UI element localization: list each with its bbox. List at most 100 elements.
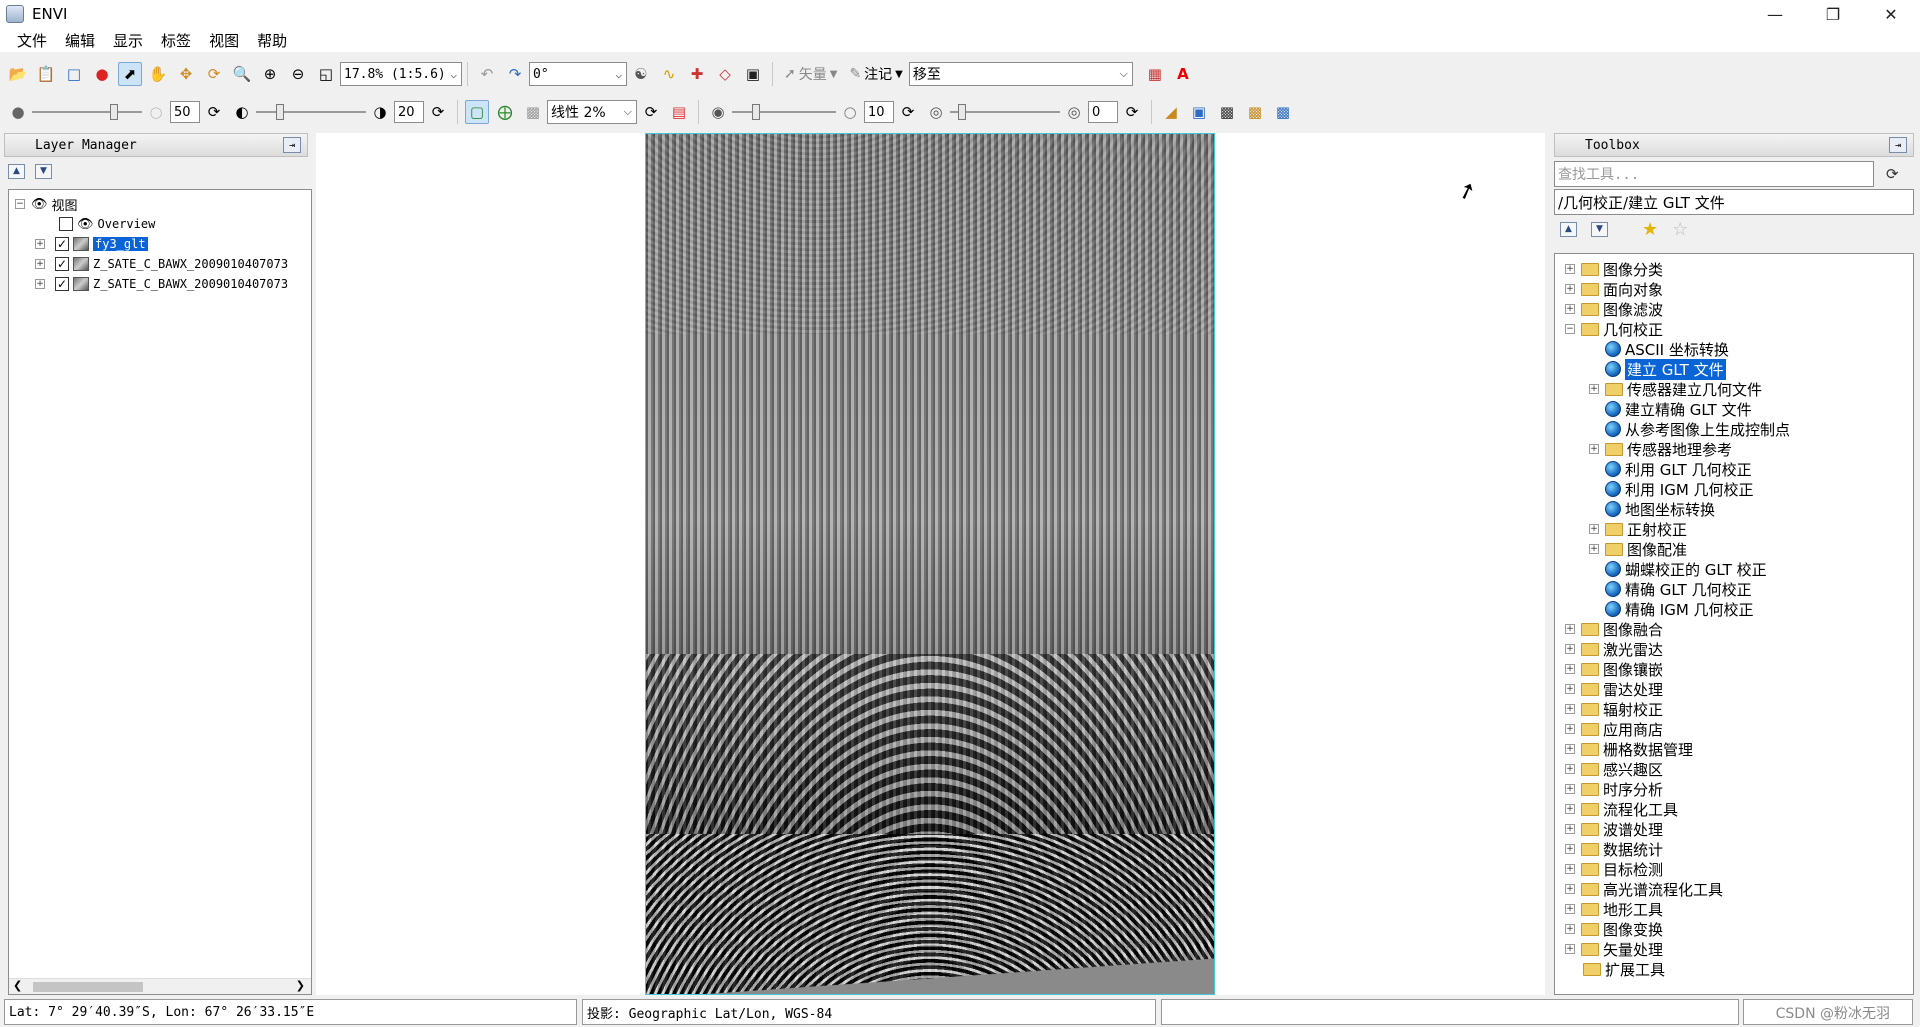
scroll-left-icon[interactable]: ❮: [13, 979, 22, 992]
layer-checkbox[interactable]: ✓: [55, 277, 69, 291]
restore-button[interactable]: ❐: [1804, 0, 1862, 28]
adobe-icon[interactable]: A: [1171, 62, 1195, 86]
toolbox-folder[interactable]: + 目标检测: [1555, 859, 1913, 879]
toolbox-folder[interactable]: + 雷达处理: [1555, 679, 1913, 699]
swipe-icon[interactable]: ▩: [1271, 100, 1295, 124]
toolbox-folder[interactable]: + 高光谱流程化工具: [1555, 879, 1913, 899]
toolbox-folder[interactable]: 扩展工具: [1555, 959, 1913, 979]
layer-checkbox[interactable]: ✓: [55, 257, 69, 271]
export-icon[interactable]: ▦: [1143, 62, 1167, 86]
color-table-icon[interactable]: ▤: [667, 100, 691, 124]
expand-icon[interactable]: +: [1565, 764, 1575, 774]
expand-icon[interactable]: +: [35, 279, 45, 289]
toolbox-subfolder[interactable]: + 传感器建立几何文件: [1555, 379, 1913, 399]
toolbox-tool[interactable]: 从参考图像上生成控制点: [1555, 419, 1913, 439]
expand-icon[interactable]: +: [1565, 264, 1575, 274]
expand-icon[interactable]: +: [1565, 864, 1575, 874]
menu-help[interactable]: 帮助: [248, 30, 296, 51]
counter-icon[interactable]: ▣: [741, 62, 765, 86]
expand-icon[interactable]: +: [1565, 284, 1575, 294]
menu-annotation[interactable]: 标签: [152, 30, 200, 51]
toolbox-subfolder[interactable]: + 传感器地理参考: [1555, 439, 1913, 459]
collapse-icon[interactable]: −: [15, 199, 25, 209]
toolbox-folder[interactable]: + 流程化工具: [1555, 799, 1913, 819]
glt-image-display[interactable]: [645, 133, 1215, 995]
layer-item[interactable]: 👁 Overview: [9, 214, 311, 234]
stretch-view-icon[interactable]: ⨁: [493, 100, 517, 124]
roi-tool-icon[interactable]: ◇: [713, 62, 737, 86]
toolbox-tool[interactable]: 精确 IGM 几何校正: [1555, 599, 1913, 619]
toolbox-tool[interactable]: 蝴蝶校正的 GLT 校正: [1555, 559, 1913, 579]
data-manager-icon[interactable]: 📋: [34, 62, 58, 86]
chip-view-icon[interactable]: ▣: [1187, 100, 1211, 124]
stretch-full-icon[interactable]: ▢: [465, 100, 489, 124]
contrast-value[interactable]: 20: [394, 101, 424, 123]
expand-icon[interactable]: +: [1565, 744, 1575, 754]
cursor-value-icon[interactable]: ☯: [629, 62, 653, 86]
expand-icon[interactable]: +: [1565, 624, 1575, 634]
expand-icon[interactable]: +: [1565, 724, 1575, 734]
spectral-profile-icon[interactable]: ∿: [657, 62, 681, 86]
menu-display[interactable]: 显示: [104, 30, 152, 51]
expand-icon[interactable]: +: [1589, 544, 1599, 554]
measure-icon[interactable]: ◢: [1159, 100, 1183, 124]
location-pin-icon[interactable]: ●: [90, 62, 114, 86]
zoom-fit-icon[interactable]: ◱: [314, 62, 338, 86]
refresh-icon[interactable]: ⟳: [639, 100, 663, 124]
toolbox-folder[interactable]: + 数据统计: [1555, 839, 1913, 859]
toolbox-folder[interactable]: + 面向对象: [1555, 279, 1913, 299]
toolbox-subfolder[interactable]: + 正射校正: [1555, 519, 1913, 539]
expand-icon[interactable]: +: [35, 259, 45, 269]
select-arrow-icon[interactable]: ⬈: [118, 62, 142, 86]
portal-icon[interactable]: ▩: [1215, 100, 1239, 124]
expand-icon[interactable]: +: [1565, 684, 1575, 694]
collapse-icon[interactable]: −: [1565, 324, 1575, 334]
toolbox-folder[interactable]: + 时序分析: [1555, 779, 1913, 799]
crosshair-icon[interactable]: ✚: [685, 62, 709, 86]
toolbox-folder[interactable]: + 感兴趣区: [1555, 759, 1913, 779]
image-view[interactable]: ➚: [316, 133, 1545, 995]
scroll-right-icon[interactable]: ❯: [296, 979, 305, 992]
open-folder-icon[interactable]: 📂: [6, 62, 30, 86]
toolbox-tool[interactable]: ASCII 坐标转换: [1555, 339, 1913, 359]
rotate-icon[interactable]: ⟳: [202, 62, 226, 86]
refresh-icon[interactable]: ⟳: [896, 100, 920, 124]
layer-item[interactable]: + ✓ Z_SATE_C_BAWX_2009010407073: [9, 274, 311, 294]
layer-item[interactable]: + ✓ fy3_glt: [9, 234, 311, 254]
pan-hand-icon[interactable]: ✋: [146, 62, 170, 86]
horizontal-scrollbar[interactable]: ❮ ❯: [9, 978, 311, 994]
expand-icon[interactable]: +: [1565, 844, 1575, 854]
layer-checkbox[interactable]: ✓: [55, 237, 69, 251]
annotation-dropdown[interactable]: ✎ 注记 ▼: [849, 64, 902, 84]
close-button[interactable]: ✕: [1862, 0, 1920, 28]
refresh-icon[interactable]: ⟳: [202, 100, 226, 124]
pin-icon[interactable]: ⇥: [1889, 137, 1907, 153]
blend-icon[interactable]: ▩: [1243, 100, 1267, 124]
expand-icon[interactable]: +: [1565, 884, 1575, 894]
crop-icon[interactable]: □: [62, 62, 86, 86]
layer-item[interactable]: + ✓ Z_SATE_C_BAWX_2009010407073: [9, 254, 311, 274]
collapse-all-icon[interactable]: ▲: [8, 163, 25, 179]
toolbox-folder[interactable]: + 栅格数据管理: [1555, 739, 1913, 759]
zoom-out-icon[interactable]: ⊖: [286, 62, 310, 86]
toolbox-folder[interactable]: + 波谱处理: [1555, 819, 1913, 839]
toolbox-tool[interactable]: 地图坐标转换: [1555, 499, 1913, 519]
expand-icon[interactable]: +: [1589, 444, 1599, 454]
toolbox-folder[interactable]: + 辐射校正: [1555, 699, 1913, 719]
expand-icon[interactable]: +: [1589, 384, 1599, 394]
zoom-combo[interactable]: 17.8% (1:5.6) ⌵: [340, 62, 462, 86]
refresh-icon[interactable]: ⟳: [1120, 100, 1144, 124]
minimize-button[interactable]: —: [1746, 0, 1804, 28]
contrast-slider[interactable]: [256, 100, 366, 124]
menu-view[interactable]: 视图: [200, 30, 248, 51]
toolbox-tool[interactable]: 建立精确 GLT 文件: [1555, 399, 1913, 419]
toolbox-tool[interactable]: 精确 GLT 几何校正: [1555, 579, 1913, 599]
refresh-icon[interactable]: ⟳: [1886, 165, 1899, 183]
toolbox-tool[interactable]: 建立 GLT 文件: [1555, 358, 1913, 380]
rotate-right-icon[interactable]: ↷: [503, 62, 527, 86]
zoom-icon[interactable]: 🔍: [230, 62, 254, 86]
menu-edit[interactable]: 编辑: [56, 30, 104, 51]
toolbox-folder[interactable]: + 地形工具: [1555, 899, 1913, 919]
toolbox-folder[interactable]: + 图像变换: [1555, 919, 1913, 939]
toolbox-folder[interactable]: + 图像融合: [1555, 619, 1913, 639]
